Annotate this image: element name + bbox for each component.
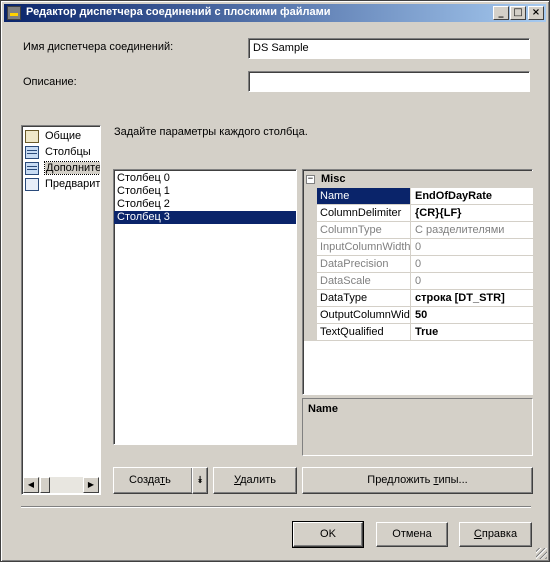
property-row-outputcolumnwidth[interactable]: OutputColumnWid 50 <box>317 307 533 324</box>
collapse-icon[interactable]: − <box>306 175 315 184</box>
property-value[interactable]: True <box>412 324 533 340</box>
create-button-label: Создать <box>129 474 171 486</box>
close-button[interactable]: × <box>528 6 544 20</box>
property-value: 0 <box>415 258 422 270</box>
list-item[interactable]: Столбец 3 <box>114 211 296 224</box>
nav-horizontal-scrollbar[interactable]: ◀ ▶ <box>23 477 99 493</box>
property-row-dataprecision[interactable]: DataPrecision 0 <box>317 256 533 273</box>
property-row-columntype[interactable]: ColumnType С разделителями <box>317 222 533 239</box>
property-category[interactable]: − Misc <box>304 171 533 188</box>
grid-icon <box>25 146 39 159</box>
help-button-label: Справка <box>473 528 518 540</box>
property-row-inputcolumnwidth[interactable]: InputColumnWidth 0 <box>317 239 533 256</box>
property-description-panel: Name <box>302 398 533 456</box>
property-description-title: Name <box>308 403 338 415</box>
double-chevron-down-icon: ⯯ <box>197 475 203 486</box>
property-value: 0 <box>415 275 422 287</box>
nav-item-label: Общие <box>45 130 82 142</box>
nav-item-label: Предварит <box>45 178 101 190</box>
app-icon <box>7 6 21 20</box>
window-title: Редактор диспетчера соединений с плоским… <box>26 6 331 18</box>
grid-icon <box>25 162 39 175</box>
connection-name-label: Имя диспетчера соединений: <box>23 41 174 53</box>
property-name: TextQualified <box>317 324 411 340</box>
description-input[interactable] <box>248 71 530 92</box>
suggest-types-button-label: Предложить типы... <box>367 474 468 486</box>
title-bar[interactable]: Редактор диспетчера соединений с плоским… <box>4 4 546 22</box>
property-name: ColumnDelimiter <box>317 205 411 221</box>
property-value: 0 <box>415 241 422 253</box>
general-icon <box>25 130 39 143</box>
nav-panel: Общие Столбцы Дополните Предварит ◀ ▶ <box>21 125 101 495</box>
property-row-datascale[interactable]: DataScale 0 <box>317 273 533 290</box>
property-name: ColumnType <box>317 222 411 238</box>
preview-icon <box>25 178 39 191</box>
list-item[interactable]: Столбец 1 <box>114 185 296 198</box>
property-name: OutputColumnWid <box>317 307 411 323</box>
property-grid: − Misc Name EndOfDayRate ColumnDelimiter… <box>302 169 533 395</box>
list-item[interactable]: Столбец 0 <box>114 172 296 185</box>
footer-separator <box>21 506 531 508</box>
property-value[interactable]: 50 <box>412 307 533 323</box>
ok-button[interactable]: OK <box>292 521 364 548</box>
suggest-types-button[interactable]: Предложить типы... <box>302 467 533 494</box>
property-value: С разделителями <box>415 224 505 236</box>
property-name: DataScale <box>317 273 411 289</box>
delete-button[interactable]: Удалить <box>213 467 297 494</box>
nav-item-label: Столбцы <box>45 146 91 158</box>
connection-name-input[interactable]: DS Sample <box>248 38 530 59</box>
create-button[interactable]: Создать <box>113 467 193 494</box>
property-name: DataPrecision <box>317 256 411 272</box>
property-row-datatype[interactable]: DataType строка [DT_STR] <box>317 290 533 307</box>
property-name: Name <box>317 188 411 204</box>
list-item[interactable]: Столбец 2 <box>114 198 296 211</box>
property-row-name[interactable]: Name EndOfDayRate <box>317 188 533 205</box>
property-row-columndelimiter[interactable]: ColumnDelimiter {CR}{LF} <box>317 205 533 222</box>
property-row-textqualified[interactable]: TextQualified True <box>317 324 533 341</box>
scroll-left-arrow-icon[interactable]: ◀ <box>23 477 39 493</box>
nav-item-label: Дополните <box>43 161 101 175</box>
maximize-button[interactable]: □ <box>510 6 526 20</box>
instruction-text: Задайте параметры каждого столбца. <box>114 126 308 138</box>
property-name: InputColumnWidth <box>317 239 411 255</box>
columns-list[interactable]: Столбец 0 Столбец 1 Столбец 2 Столбец 3 <box>113 169 297 445</box>
property-value[interactable]: {CR}{LF} <box>412 205 533 221</box>
property-value[interactable]: EndOfDayRate <box>412 188 533 204</box>
help-button[interactable]: Справка <box>459 522 532 547</box>
property-value[interactable]: строка [DT_STR] <box>412 290 533 306</box>
property-gutter <box>304 188 317 341</box>
category-name: Misc <box>321 173 346 185</box>
scroll-thumb[interactable] <box>40 477 50 493</box>
resize-grip[interactable] <box>536 548 547 559</box>
property-name: DataType <box>317 290 411 306</box>
delete-button-label: Удалить <box>233 474 276 486</box>
create-dropdown-button[interactable]: ⯯ <box>192 467 208 494</box>
minimize-button[interactable]: _ <box>493 6 509 20</box>
scroll-right-arrow-icon[interactable]: ▶ <box>83 477 99 493</box>
dialog-window: Редактор диспетчера соединений с плоским… <box>0 0 550 562</box>
cancel-button[interactable]: Отмена <box>376 522 448 547</box>
description-label: Описание: <box>23 76 77 88</box>
